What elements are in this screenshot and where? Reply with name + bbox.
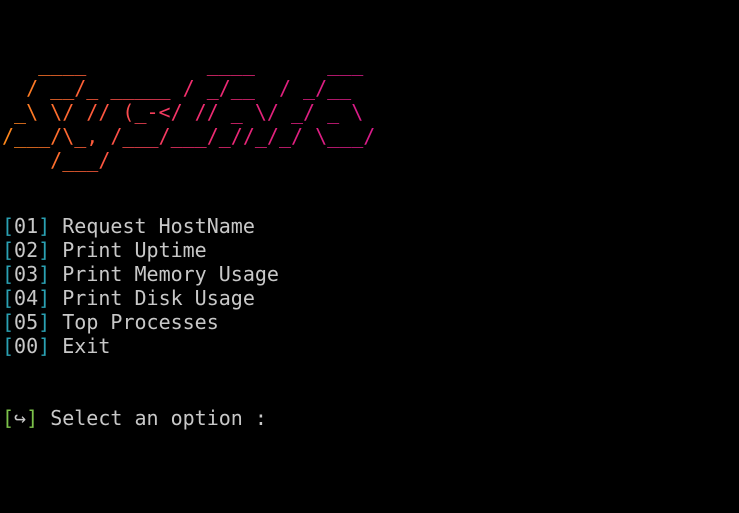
menu-item-top-processes: [05] Top Processes	[2, 310, 279, 334]
menu-item-exit: [00] Exit	[2, 334, 279, 358]
prompt-bracket-close: ]	[26, 406, 39, 430]
menu-label: Print Memory Usage	[62, 262, 279, 286]
menu-label: Print Disk Usage	[62, 286, 255, 310]
terminal-window: ____ ____ ___ / __/_ _____ / _/__ / _/__…	[2, 0, 737, 513]
bracket-open: [	[2, 286, 15, 310]
bracket-close: ]	[38, 214, 51, 238]
bracket-open: [	[2, 310, 15, 334]
menu-key: 01	[14, 214, 39, 238]
menu-label: Request HostName	[62, 214, 255, 238]
menu-label: Print Uptime	[62, 238, 207, 262]
bracket-close: ]	[38, 262, 51, 286]
menu-item-print-uptime: [02] Print Uptime	[2, 238, 279, 262]
bracket-open: [	[2, 238, 15, 262]
bracket-close: ]	[38, 286, 51, 310]
menu-label: Exit	[62, 334, 111, 358]
ascii-art-banner: ____ ____ ___ / __/_ _____ / _/__ / _/__…	[2, 52, 376, 172]
menu-key: 03	[14, 262, 39, 286]
return-arrow-icon: ↪	[14, 406, 27, 430]
menu-key: 00	[14, 334, 39, 358]
input-prompt[interactable]: [↪] Select an option :	[2, 406, 267, 430]
menu-item-request-hostname: [01] Request HostName	[2, 214, 279, 238]
menu-key: 05	[14, 310, 39, 334]
bracket-close: ]	[38, 310, 51, 334]
bracket-open: [	[2, 334, 15, 358]
bracket-open: [	[2, 214, 15, 238]
menu-item-print-memory-usage: [03] Print Memory Usage	[2, 262, 279, 286]
menu-item-print-disk-usage: [04] Print Disk Usage	[2, 286, 279, 310]
menu-key: 04	[14, 286, 39, 310]
options-menu: [01] Request HostName [02] Print Uptime …	[2, 214, 279, 358]
bracket-close: ]	[38, 334, 51, 358]
prompt-bracket-open: [	[2, 406, 15, 430]
bracket-close: ]	[38, 238, 51, 262]
menu-label: Top Processes	[62, 310, 219, 334]
prompt-text: Select an option :	[50, 406, 267, 430]
bracket-open: [	[2, 262, 15, 286]
menu-key: 02	[14, 238, 39, 262]
